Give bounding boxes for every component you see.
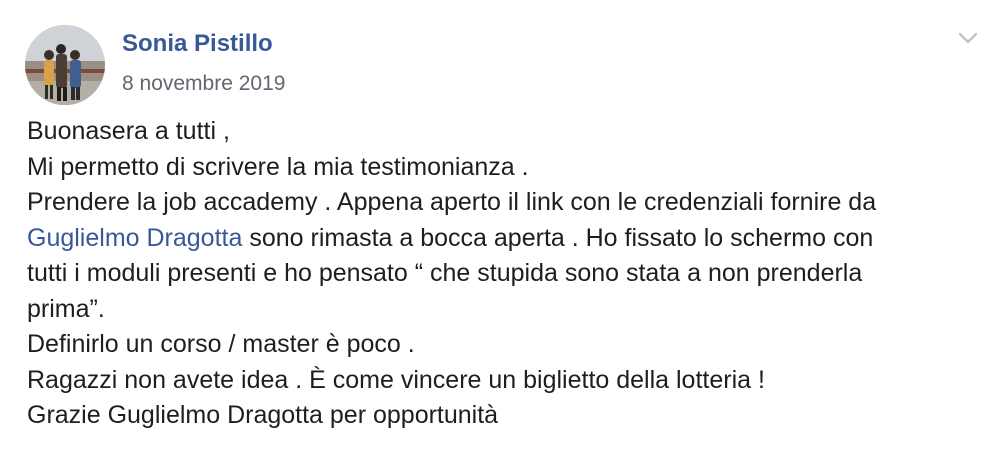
post-text-line: Ragazzi non avete idea . È come vincere … xyxy=(27,365,765,394)
avatar[interactable] xyxy=(25,25,105,105)
post-date[interactable]: 8 novembre 2019 xyxy=(122,72,285,96)
post-text-line: Mi permetto di scrivere la mia testimoni… xyxy=(27,152,529,181)
facebook-post: Sonia Pistillo 8 novembre 2019 Buonasera… xyxy=(0,0,998,468)
chevron-down-icon[interactable] xyxy=(954,24,982,52)
post-text-line: tutti i moduli presenti e ho pensato “ c… xyxy=(27,259,863,287)
post-text-line: Prendere la job accademy . Appena aperto… xyxy=(27,188,877,216)
post-text-line: Grazie Guglielmo Dragotta per opportunit… xyxy=(27,401,499,429)
post-body: Buonasera a tutti , Mi permetto di scriv… xyxy=(27,114,972,434)
profile-photo-icon xyxy=(25,25,105,105)
mention-link[interactable]: Guglielmo Dragotta xyxy=(27,224,242,252)
post-text-fragment: sono rimasta a bocca aperta . Ho fissato… xyxy=(242,223,874,252)
author-name[interactable]: Sonia Pistillo xyxy=(122,30,273,58)
post-text-line: Buonasera a tutti , xyxy=(27,117,230,145)
post-text-line: prima”. xyxy=(27,294,105,323)
post-text-line: Guglielmo Dragotta sono rimasta a bocca … xyxy=(27,221,972,257)
post-text-line: Definirlo un corso / master è poco . xyxy=(27,330,415,358)
